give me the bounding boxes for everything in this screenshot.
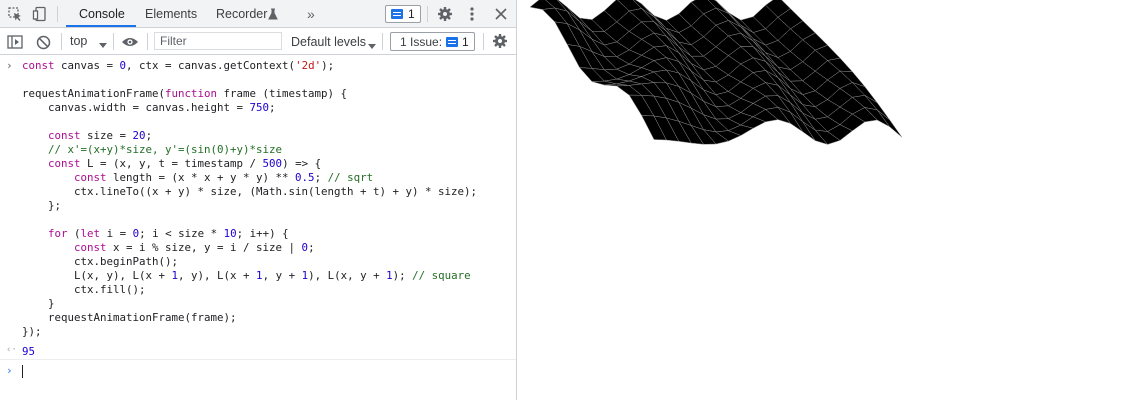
code-line: // x'=(x+y)*size, y'=(sin(0)+y)*size [22, 143, 283, 156]
issues-counter: 1 [408, 7, 415, 21]
code-line: canvas.width = canvas.height = 750; [22, 101, 276, 114]
show-sidebar-icon[interactable] [6, 33, 24, 51]
wave-surface-canvas[interactable] [518, 0, 1138, 240]
log-levels-dropdown[interactable]: Default levels [291, 35, 366, 49]
close-devtools-icon[interactable] [492, 5, 510, 23]
toolbar-separator [147, 33, 148, 50]
clear-console-icon[interactable] [34, 33, 52, 51]
surface-quad [876, 109, 903, 138]
canvas-render-area [518, 0, 1138, 400]
code-line: const L = (x, y, t = timestamp / 500) =>… [48, 157, 322, 170]
live-expression-eye-icon[interactable] [120, 33, 140, 51]
input-prompt-chevron-icon: › [6, 59, 13, 72]
issues-count: 1 [462, 34, 469, 49]
code-line: L(x, y), L(x + 1, y), L(x + 1, y + 1), L… [22, 269, 471, 282]
console-input-line: const canvas = 0, ctx = canvas.getContex… [22, 59, 335, 72]
toolbar-separator [483, 33, 484, 50]
code-line: requestAnimationFrame(function frame (ti… [22, 87, 348, 100]
issues-counter-button[interactable]: 1 [385, 5, 421, 23]
active-tab-indicator [66, 25, 136, 27]
chevron-down-icon[interactable] [368, 37, 376, 55]
tab-separator [427, 6, 428, 22]
toolbar-separator [61, 33, 62, 50]
devtools-tab-bar: Console Elements Recorder » 1 [0, 0, 516, 28]
code-line: ctx.lineTo((x + y) * size, (Math.sin(len… [22, 185, 478, 198]
code-line: }; [22, 199, 62, 212]
tab-separator [57, 6, 58, 22]
code-line: const x = i % size, y = i / size | 0; [74, 241, 315, 254]
code-line: ctx.beginPath(); [22, 255, 179, 268]
devtools-panel: Console Elements Recorder » 1 top Filter… [0, 0, 517, 400]
code-line: for (let i = 0; i < size * 10; i++) { [48, 227, 289, 240]
tab-recorder[interactable]: Recorder [216, 0, 267, 27]
issue-flag-icon [391, 9, 403, 19]
more-tabs-button[interactable]: » [307, 0, 315, 27]
code-line: }); [22, 325, 42, 338]
kebab-menu-icon[interactable] [465, 5, 479, 23]
toolbar-separator [382, 33, 383, 50]
flask-icon [267, 7, 279, 21]
issue-flag-icon [446, 36, 459, 47]
tab-elements[interactable]: Elements [145, 0, 197, 27]
console-settings-gear-icon[interactable] [491, 32, 509, 50]
code-line: ctx.fill(); [22, 283, 146, 296]
tab-console[interactable]: Console [79, 0, 125, 27]
inspect-element-icon[interactable] [6, 5, 24, 23]
result-arrow-icon: ‹· [6, 345, 17, 355]
console-result-value: 95 [22, 345, 36, 358]
code-line: requestAnimationFrame(frame); [22, 311, 237, 324]
settings-gear-icon[interactable] [436, 5, 454, 23]
code-line: const length = (x * x + y * y) ** 0.5; /… [74, 171, 374, 184]
console-filter-input[interactable] [154, 32, 282, 50]
console-divider [0, 359, 516, 360]
device-toolbar-icon[interactable] [31, 5, 49, 23]
chevron-down-icon[interactable] [99, 36, 107, 54]
input-prompt-chevron-icon: › [6, 364, 13, 377]
console-prompt-input[interactable] [22, 365, 23, 378]
issues-label: 1 Issue: [400, 34, 443, 49]
toolbar-separator [113, 33, 114, 50]
code-line: const size = 20; [48, 129, 153, 142]
code-line: } [22, 297, 55, 310]
issues-link-button[interactable]: 1 Issue: 1 [390, 32, 475, 51]
context-selector[interactable]: top [70, 34, 87, 48]
